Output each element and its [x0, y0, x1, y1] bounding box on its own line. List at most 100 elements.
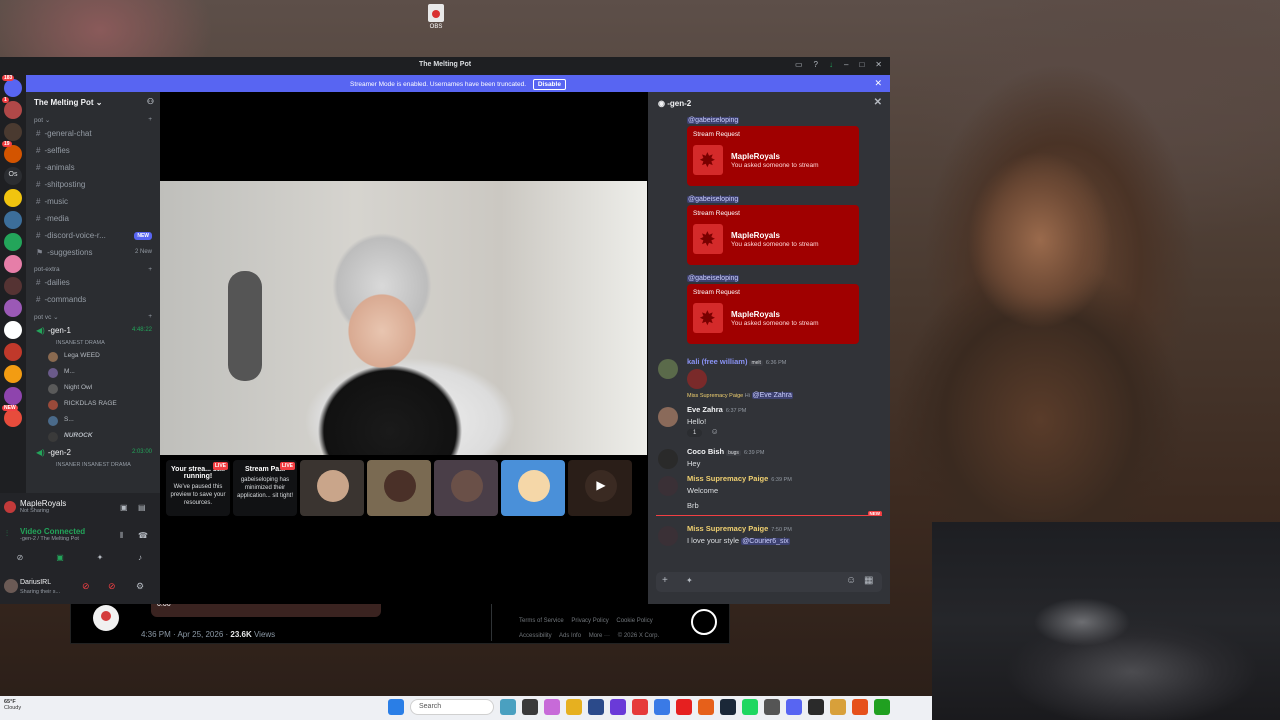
server-icon[interactable]	[4, 365, 22, 383]
add-channel-icon[interactable]: +	[148, 116, 152, 123]
close-chat-icon[interactable]: ✕	[874, 97, 882, 108]
stream-view[interactable]: LIVE Your strea... still running! We've …	[160, 92, 648, 604]
message-composer[interactable]: + ✦ ☺ ▦	[656, 572, 882, 592]
participant-tile[interactable]	[367, 460, 431, 516]
add-channel-icon[interactable]: +	[148, 313, 152, 320]
obs-icon[interactable]	[808, 699, 824, 715]
messages-icon[interactable]	[691, 609, 717, 635]
stream-user[interactable]: MapleRoyals Not Sharing	[4, 499, 66, 514]
chat-message[interactable]: Miss Supremacy Paige 6:39 PM Welcome Brb	[648, 471, 890, 513]
participant-tile[interactable]: ▶	[568, 460, 632, 516]
server-icon[interactable]	[4, 233, 22, 251]
server-icon[interactable]	[4, 387, 22, 405]
avatar[interactable]	[658, 526, 678, 546]
stream-video[interactable]	[160, 181, 647, 455]
deafened-icon[interactable]: ⊘	[108, 581, 116, 592]
search-box[interactable]: Search	[410, 699, 494, 715]
camera-off-button[interactable]: ⊘	[6, 551, 34, 565]
participant-tile[interactable]	[300, 460, 364, 516]
firefox-icon[interactable]	[698, 699, 714, 715]
close-icon[interactable]: ✕	[874, 78, 882, 89]
emoji-icon[interactable]: ☺	[846, 575, 856, 586]
avatar[interactable]	[658, 359, 678, 379]
chat-message[interactable]: Eve Zahra 6:37 PM Hello! 1 ☺	[648, 402, 890, 440]
chrome-icon[interactable]	[874, 699, 890, 715]
noise-icon[interactable]: ⦀	[120, 531, 124, 541]
minimize-button[interactable]: –	[844, 60, 848, 69]
connection-channel[interactable]: -gen-2 / The Melting Pot	[4, 536, 85, 542]
voice-channel-gen-1[interactable]: ◀) -gen-1 4:48:22	[26, 323, 160, 340]
add-attachment-icon[interactable]: +	[662, 575, 668, 586]
footer-link[interactable]: Ads Info	[559, 633, 581, 639]
server-header[interactable]: The Melting Pot ⌄ ⚇	[26, 92, 160, 112]
server-icon[interactable]: NEW	[2, 405, 22, 427]
app-icon[interactable]	[830, 699, 846, 715]
stream-request-card[interactable]: Stream Request MapleRoyals You asked som…	[687, 284, 859, 344]
mention[interactable]: @gabeiseloping	[687, 196, 740, 203]
reply-preview[interactable]: Miss Supremacy Paige Hi @Eve Zahra	[648, 392, 890, 402]
voice-user[interactable]: M...	[26, 365, 160, 381]
mention[interactable]: @gabeiseloping	[687, 117, 740, 124]
disable-button[interactable]: Disable	[532, 79, 566, 90]
edge-icon[interactable]	[654, 699, 670, 715]
server-icon[interactable]	[4, 277, 22, 295]
stream-tile[interactable]: LIVE Your strea... still running! We've …	[166, 460, 230, 516]
activities-button[interactable]: ✦	[86, 551, 114, 565]
voice-user[interactable]: S...	[26, 413, 160, 429]
app-icon[interactable]	[588, 699, 604, 715]
voice-user[interactable]: Night Owl	[26, 381, 160, 397]
stream-request-card[interactable]: Stream Request MapleRoyals You asked som…	[687, 126, 859, 186]
mention[interactable]: @Courier6_six	[741, 538, 790, 545]
channel-music[interactable]: # -music	[26, 194, 160, 211]
help-icon[interactable]: ?	[814, 60, 818, 69]
participant-tile[interactable]	[434, 460, 498, 516]
invite-icon[interactable]: ⚇	[147, 97, 154, 106]
reaction[interactable]: 1	[687, 429, 703, 437]
channel-animals[interactable]: # -animals	[26, 160, 160, 177]
chat-message[interactable]: Coco Bish bugs 6:39 PM Hey	[648, 444, 890, 471]
voice-user[interactable]: RICKDLAS RAGE	[26, 397, 160, 413]
avatar[interactable]	[658, 476, 678, 496]
calendar-icon[interactable]: ▤	[138, 503, 146, 512]
youtube-icon[interactable]	[676, 699, 692, 715]
footer-link[interactable]: Accessibility	[519, 633, 552, 639]
chat-message[interactable]: Miss Supremacy Paige 7:50 PM I love your …	[648, 521, 890, 548]
server-icon[interactable]	[4, 299, 22, 317]
explorer-icon[interactable]	[566, 699, 582, 715]
screen-share-icon[interactable]: ▣	[120, 503, 128, 512]
server-icon[interactable]	[4, 211, 22, 229]
channel-commands[interactable]: # -commands	[26, 292, 160, 309]
sticker-icon[interactable]	[687, 369, 707, 389]
download-icon[interactable]: ↓	[829, 60, 833, 69]
mention[interactable]: @gabeiseloping	[687, 275, 740, 282]
opera-icon[interactable]	[632, 699, 648, 715]
add-reaction-icon[interactable]: ☺	[711, 427, 719, 436]
screen-icon[interactable]: ▭	[795, 60, 803, 69]
channel-dailies[interactable]: # -dailies	[26, 275, 160, 292]
channel-media[interactable]: # -media	[26, 211, 160, 228]
grid-icon[interactable]: ▦	[864, 575, 873, 586]
server-icon[interactable]	[4, 321, 22, 339]
category-pot-extra[interactable]: pot-extra +	[26, 262, 160, 275]
server-icon[interactable]: 1	[2, 97, 22, 119]
channel-shitposting[interactable]: # -shitposting	[26, 177, 160, 194]
participant-tile[interactable]	[501, 460, 565, 516]
app-icon[interactable]	[764, 699, 780, 715]
voice-user[interactable]: Lega WEED	[26, 349, 160, 365]
chat-message[interactable]: kali (free william) melt 6:36 PM	[648, 354, 890, 392]
server-icon[interactable]	[4, 123, 22, 141]
discord-icon[interactable]	[786, 699, 802, 715]
files-icon[interactable]	[522, 699, 538, 715]
start-icon[interactable]	[388, 699, 404, 715]
close-button[interactable]: ✕	[875, 60, 882, 69]
stream-tile[interactable]: LIVE Stream Pa... gabeiseloping has mini…	[233, 460, 297, 516]
copilot-icon[interactable]	[544, 699, 560, 715]
voice-channel-gen-2[interactable]: ◀) -gen-2 2:03:00	[26, 445, 160, 462]
mic-muted-icon[interactable]: ⊘	[82, 581, 90, 592]
voice-user[interactable]: NUROCK	[26, 429, 160, 445]
apps-icon[interactable]: ✦	[686, 576, 693, 585]
channel-selfies[interactable]: # -selfies	[26, 143, 160, 160]
share-screen-button[interactable]: ▣	[46, 551, 74, 565]
weather-widget[interactable]: 65°F Cloudy	[4, 699, 21, 711]
task-view-icon[interactable]	[500, 699, 516, 715]
